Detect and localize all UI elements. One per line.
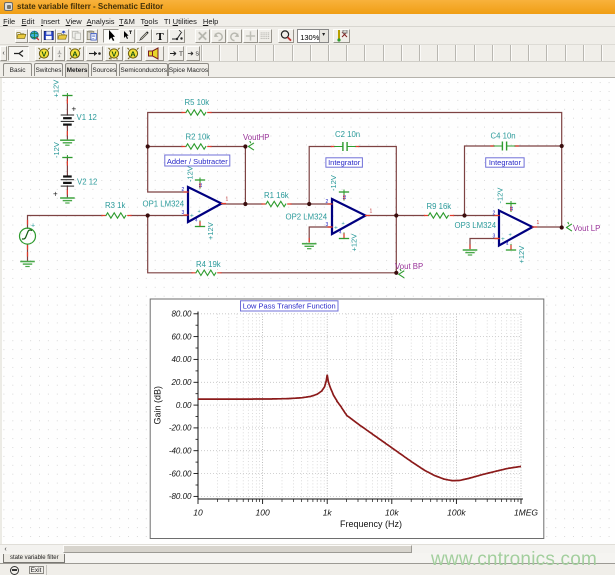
- svg-text:0.00: 0.00: [176, 400, 192, 409]
- svg-text:10k: 10k: [385, 507, 399, 517]
- svg-text:Frequency (Hz): Frequency (Hz): [340, 519, 402, 529]
- svg-text:4: 4: [59, 54, 61, 58]
- svg-text:Vout BP: Vout BP: [395, 262, 423, 271]
- svg-text:VoutHP: VoutHP: [243, 133, 269, 142]
- svg-text:Integrator: Integrator: [489, 158, 522, 167]
- svg-text:A: A: [130, 49, 136, 58]
- svg-text:2: 2: [182, 187, 185, 193]
- svg-text:10: 10: [193, 507, 203, 517]
- svg-text:V: V: [111, 49, 116, 58]
- svg-text:R9 16k: R9 16k: [427, 202, 452, 211]
- svg-text:R1 16k: R1 16k: [264, 191, 289, 200]
- svg-text:-12V: -12V: [329, 175, 338, 191]
- svg-text:-60.00: -60.00: [169, 469, 192, 478]
- svg-text:A: A: [72, 49, 78, 58]
- svg-text:T: T: [156, 31, 164, 42]
- svg-text:R3 1k: R3 1k: [105, 201, 125, 210]
- svg-text:+: +: [198, 209, 201, 215]
- svg-text:60.00: 60.00: [171, 332, 192, 341]
- svg-text:-20.00: -20.00: [169, 423, 192, 432]
- svg-text:1: 1: [537, 220, 540, 226]
- svg-text:+: +: [509, 232, 512, 238]
- svg-text:Integrator: Integrator: [328, 158, 361, 167]
- svg-text:+: +: [501, 236, 505, 243]
- svg-text:11: 11: [198, 182, 203, 187]
- svg-text:1MEG: 1MEG: [514, 507, 538, 517]
- svg-text:Low Pass Transfer Function: Low Pass Transfer Function: [243, 301, 336, 310]
- svg-text:OP1 LM324: OP1 LM324: [143, 199, 185, 208]
- svg-text:+: +: [334, 224, 338, 231]
- svg-text:11: 11: [509, 205, 514, 210]
- svg-text:4: 4: [59, 50, 61, 54]
- svg-text:R2 10k: R2 10k: [186, 132, 211, 141]
- svg-text:+: +: [190, 212, 194, 219]
- svg-text:40.00: 40.00: [171, 355, 192, 364]
- svg-text:+: +: [342, 221, 345, 227]
- svg-text:-12V: -12V: [186, 166, 195, 182]
- svg-text:R5 10k: R5 10k: [185, 98, 210, 107]
- svg-text:V1 12: V1 12: [77, 113, 97, 122]
- svg-text:S: S: [195, 51, 199, 57]
- svg-text:-40.00: -40.00: [169, 446, 192, 455]
- svg-text:+: +: [31, 222, 35, 229]
- svg-text:-80.00: -80.00: [169, 492, 192, 501]
- svg-text:100k: 100k: [447, 507, 466, 517]
- svg-text:1: 1: [226, 196, 229, 202]
- svg-text:+12V: +12V: [52, 79, 61, 97]
- svg-text:11: 11: [342, 194, 347, 199]
- svg-text:+12V: +12V: [206, 222, 215, 240]
- svg-text:C2 10n: C2 10n: [335, 130, 360, 139]
- svg-text:2: 2: [493, 210, 496, 216]
- svg-text:+12V: +12V: [350, 233, 359, 251]
- svg-text:+12V: +12V: [517, 245, 526, 263]
- svg-text:Vout LP: Vout LP: [573, 224, 600, 233]
- svg-text:V2 12: V2 12: [77, 177, 97, 186]
- svg-text:20.00: 20.00: [170, 378, 192, 387]
- svg-text:-12V: -12V: [52, 142, 61, 158]
- svg-text:2: 2: [326, 199, 329, 205]
- svg-text:Gain (dB): Gain (dB): [153, 385, 163, 424]
- svg-text:3: 3: [182, 210, 185, 216]
- svg-text:-12V: -12V: [496, 187, 505, 203]
- svg-text:T: T: [179, 51, 183, 58]
- svg-text:OP2 LM324: OP2 LM324: [286, 212, 328, 221]
- svg-text:1: 1: [370, 208, 373, 214]
- svg-text:Adder / Subtracter: Adder / Subtracter: [167, 156, 228, 165]
- svg-text:R4 19k: R4 19k: [196, 260, 221, 269]
- svg-text:100: 100: [256, 507, 270, 517]
- svg-text:80.00: 80.00: [171, 309, 192, 318]
- svg-text:1k: 1k: [323, 507, 333, 517]
- svg-text:C4 10n: C4 10n: [491, 131, 516, 140]
- svg-text:OP3 LM324: OP3 LM324: [455, 221, 497, 230]
- svg-text:+: +: [53, 189, 58, 198]
- svg-text:V: V: [41, 49, 46, 58]
